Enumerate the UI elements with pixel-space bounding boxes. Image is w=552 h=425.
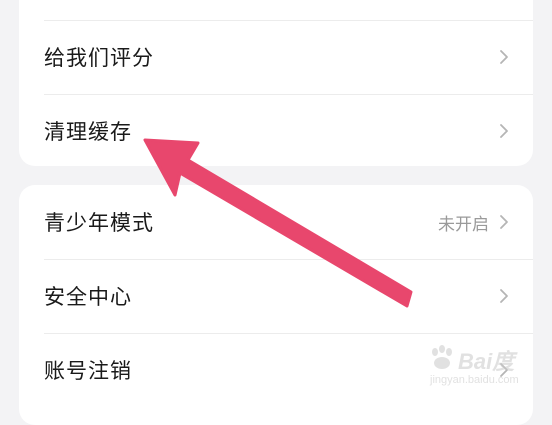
teen-mode-status: 未开启 — [438, 214, 489, 235]
baidu-watermark: Bai度 jingyan.baidu.com — [428, 338, 546, 398]
chevron-right-icon — [500, 124, 508, 138]
chevron-right-icon — [500, 50, 508, 64]
clear-cache-label: 清理缓存 — [44, 120, 132, 144]
settings-group-general: 给我们评分 清理缓存 — [19, 0, 533, 166]
teen-mode-row[interactable]: 青少年模式 未开启 — [19, 185, 533, 259]
chevron-right-icon — [500, 215, 508, 229]
watermark-brand: Bai度 — [458, 349, 515, 374]
security-center-label: 安全中心 — [44, 285, 132, 309]
baidu-paw-icon — [432, 345, 452, 369]
chevron-right-icon — [500, 289, 508, 303]
teen-mode-label: 青少年模式 — [44, 211, 154, 235]
rate-us-row[interactable]: 给我们评分 — [19, 20, 533, 94]
rate-us-label: 给我们评分 — [44, 46, 154, 70]
watermark-url: jingyan.baidu.com — [430, 374, 519, 386]
clear-cache-row[interactable]: 清理缓存 — [19, 94, 533, 166]
security-center-row[interactable]: 安全中心 — [19, 259, 533, 333]
